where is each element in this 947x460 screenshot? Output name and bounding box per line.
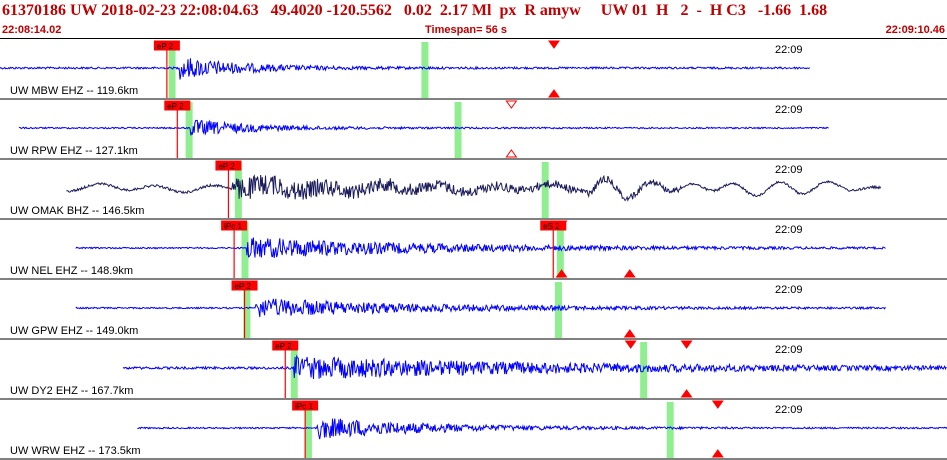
station-label: UW OMAK BHZ -- 146.5km	[10, 205, 144, 217]
time-label: 22:09	[775, 104, 803, 116]
station-label: UW GPW EHZ -- 149.0km	[10, 325, 138, 337]
marker-triangle-up	[711, 449, 724, 458]
station-label: UW DY2 EHZ -- 167.7km	[10, 385, 133, 397]
end-time: 22:09:10.46	[885, 24, 945, 36]
marker-triangle-up	[623, 269, 636, 278]
seismic-trace[interactable]	[75, 237, 886, 258]
marker-triangle-up	[505, 149, 518, 158]
marker-triangle-down	[711, 400, 724, 409]
marker-triangle-down	[680, 340, 693, 349]
phase-window-bar	[541, 162, 549, 218]
timespan-label: Timespan= 56 s	[425, 24, 508, 36]
pick-label: eP 2	[275, 342, 292, 351]
phase-window-bar	[421, 42, 429, 98]
marker-triangle-down	[505, 100, 518, 109]
station-label: UW WRW EHZ -- 173.5km	[10, 445, 141, 457]
seismic-trace[interactable]	[18, 119, 829, 136]
station-label: UW RPW EHZ -- 127.1km	[10, 145, 138, 157]
phase-window-bar	[454, 102, 462, 158]
seismic-trace[interactable]	[75, 298, 886, 318]
pick-label: iPc 1	[295, 402, 313, 411]
pick-label: eP 2	[235, 282, 252, 291]
start-time: 22:08:14.02	[2, 24, 62, 36]
seismic-trace[interactable]	[122, 354, 947, 380]
pick-label: eP 2	[218, 162, 235, 171]
seismic-trace[interactable]	[66, 174, 882, 203]
pick-label: eP 2	[167, 102, 184, 111]
marker-triangle-up	[680, 389, 693, 398]
seismic-trace[interactable]	[137, 418, 947, 440]
seismogram-panel[interactable]: eP 2 22:09 UW MBW EHZ -- 119.6km eP 2 22:09 U…	[0, 40, 947, 460]
pick-label: iPc 1	[224, 222, 242, 231]
station-label: UW NEL EHZ -- 148.9km	[10, 265, 133, 277]
time-label: 22:09	[775, 344, 803, 356]
phase-window-bar	[666, 402, 674, 458]
time-label: 22:09	[775, 284, 803, 296]
marker-triangle-up	[623, 329, 636, 338]
seismic-trace[interactable]	[0, 58, 810, 80]
event-title: 61370186 UW 2018-02-23 22:08:04.63 49.40…	[2, 2, 828, 19]
marker-triangle-up	[548, 89, 560, 98]
time-label: 22:09	[775, 224, 803, 236]
marker-triangle-down	[624, 340, 637, 349]
time-label: 22:09	[775, 164, 803, 176]
time-label: 22:09	[775, 44, 803, 56]
marker-triangle-down	[548, 40, 560, 49]
header-divider	[0, 38, 947, 39]
time-label: 22:09	[775, 404, 803, 416]
pick-label: eP 2	[157, 42, 174, 51]
header-bar: 61370186 UW 2018-02-23 22:08:04.63 49.40…	[0, 0, 947, 40]
station-label: UW MBW EHZ -- 119.6km	[10, 85, 138, 97]
